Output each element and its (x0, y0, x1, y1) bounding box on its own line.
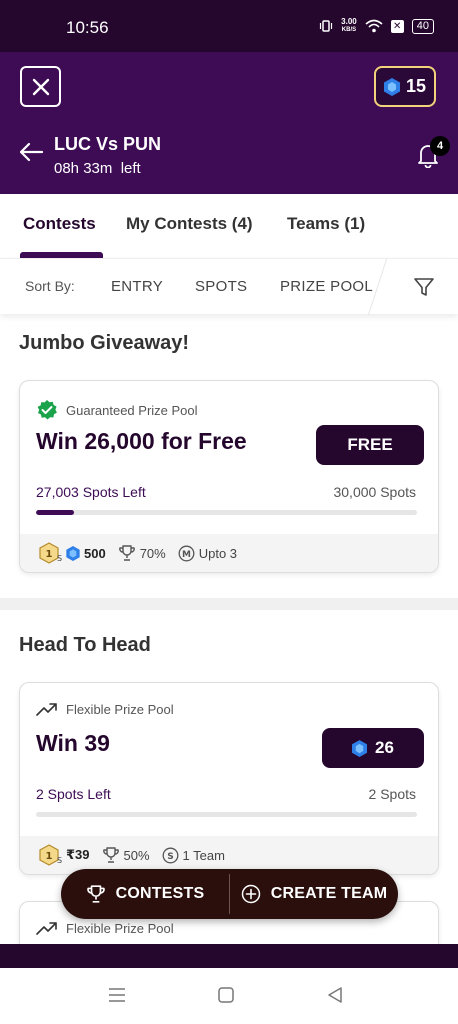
back-arrow-icon (19, 142, 44, 162)
join-button[interactable]: 26 (322, 728, 424, 768)
section-title-head-to-head: Head To Head (19, 634, 151, 656)
status-icons: 3.00 KB/S ✕ 40 (319, 18, 434, 34)
svg-text:1: 1 (46, 549, 53, 560)
svg-text:ST: ST (57, 856, 62, 865)
single-entry: S 1 Team (162, 847, 225, 864)
sort-label: Sort By: (25, 278, 75, 294)
home-icon[interactable] (217, 986, 235, 1004)
verified-badge-icon (37, 400, 57, 420)
win-percent: 70% (118, 544, 166, 562)
join-button[interactable]: FREE (316, 425, 424, 465)
win-percent: 50% (102, 846, 150, 864)
prize-pool-tag: Flexible Prize Pool (36, 701, 174, 717)
section-divider (0, 598, 458, 610)
back-button[interactable] (18, 142, 44, 167)
spots-left: 27,003 Spots Left (36, 484, 146, 500)
filter-button[interactable] (390, 259, 458, 315)
sort-spots[interactable]: SPOTS (195, 278, 247, 295)
match-title: LUC Vs PUN (54, 134, 162, 154)
prize-pool-tag: Guaranteed Prize Pool (36, 399, 198, 421)
back-icon[interactable] (326, 986, 344, 1004)
contest-card[interactable]: Guaranteed Prize Pool Win 26,000 for Fre… (19, 380, 439, 573)
match-header: 15 LUC Vs PUN 08h 33m left 4 (0, 52, 458, 194)
coin-balance-button[interactable]: 15 (374, 66, 436, 107)
spots-total: 2 Spots (368, 786, 416, 802)
contest-footer: 1ST 500 70% M Upto 3 (20, 534, 438, 572)
first-prize-icon: 1 ST (39, 844, 62, 866)
multi-entry: M Upto 3 (178, 545, 237, 562)
first-prize-icon: 1 ST (39, 542, 62, 564)
trending-up-icon (36, 922, 57, 935)
menu-icon[interactable] (108, 986, 126, 1004)
close-icon (32, 78, 49, 95)
sim-off-icon: ✕ (390, 19, 404, 33)
battery-icon: 40 (411, 18, 434, 34)
net-speed: 3.00 KB/S (341, 17, 357, 34)
system-nav-bar (0, 968, 458, 1024)
prize-pool-tag: Flexible Prize Pool (36, 920, 174, 936)
single-entry-icon: S (162, 847, 178, 863)
contest-card[interactable]: Flexible Prize Pool Win 39 26 2 Spots Le… (19, 682, 439, 875)
spots-progress-bar (36, 812, 417, 817)
contest-title: Win 26,000 for Free (36, 428, 247, 454)
section-title-jumbo: Jumbo Giveaway! (19, 332, 190, 354)
sort-prize-pool[interactable]: PRIZE POOL (280, 278, 373, 295)
tab-teams[interactable]: Teams (1) (287, 214, 365, 234)
spots-progress-bar (36, 510, 417, 515)
coin-icon (352, 739, 368, 757)
spots-total: 30,000 Spots (333, 484, 416, 500)
svg-text:S: S (167, 852, 173, 862)
tab-contests[interactable]: Contests (23, 214, 96, 234)
tab-my-contests[interactable]: My Contests (4) (126, 214, 253, 234)
trophy-icon (102, 847, 119, 863)
coin-count: 15 (405, 76, 427, 96)
svg-text:ST: ST (57, 554, 62, 563)
coin-icon (383, 77, 400, 96)
first-prize: 1ST ₹39 (38, 844, 90, 866)
spots-progress-fill (36, 510, 75, 515)
trophy-icon (118, 545, 135, 561)
contest-title: Win 39 (36, 730, 110, 756)
time-left: 08h 33m left (54, 160, 141, 177)
wifi-icon (365, 19, 383, 33)
multi-entry-icon: M (178, 545, 195, 561)
add-circle-icon (241, 884, 260, 904)
filter-icon (414, 278, 434, 296)
status-bar: 10:56 3.00 KB/S ✕ 40 (0, 0, 458, 52)
sort-entry[interactable]: ENTRY (111, 278, 163, 295)
bottom-bar-strip (0, 944, 458, 968)
create-team-button[interactable]: CREATE TEAM (230, 884, 398, 904)
status-time: 10:56 (66, 18, 109, 37)
trophy-icon (86, 885, 105, 903)
vibrate-icon (320, 20, 333, 32)
spots-left: 2 Spots Left (36, 786, 111, 802)
coin-icon (66, 545, 80, 561)
svg-text:M: M (182, 550, 191, 560)
close-button[interactable] (20, 66, 61, 107)
trending-up-icon (36, 703, 57, 716)
first-prize: 1ST 500 (38, 542, 106, 564)
tab-bar: Contests My Contests (4) Teams (1) (0, 194, 458, 258)
svg-text:1: 1 (46, 851, 53, 862)
floating-action-bar: CONTESTS CREATE TEAM (61, 869, 398, 919)
notification-badge: 4 (430, 136, 450, 156)
sort-bar: Sort By: ENTRY SPOTS PRIZE POOL (0, 258, 458, 315)
contests-button[interactable]: CONTESTS (61, 884, 229, 904)
